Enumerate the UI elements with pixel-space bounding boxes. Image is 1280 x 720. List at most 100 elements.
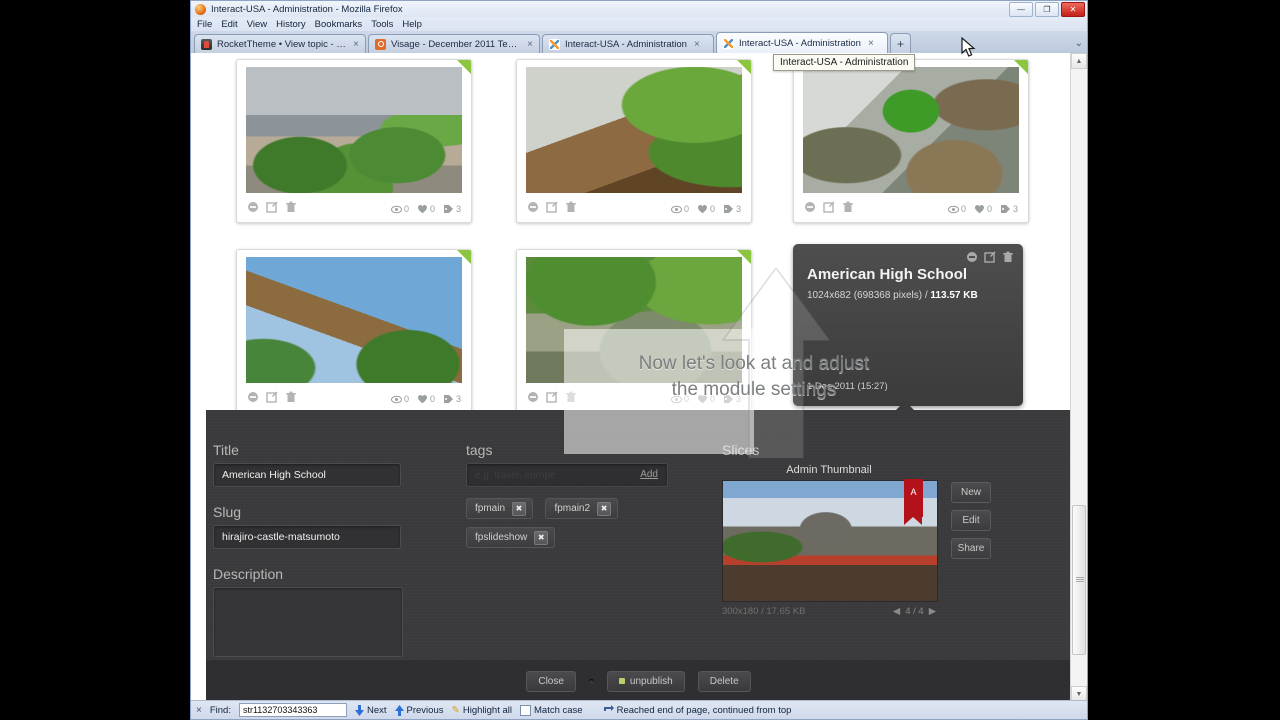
scrollbar-thumb[interactable] [1072, 505, 1086, 655]
tags-input[interactable]: e.g. travel, europe Add [466, 463, 668, 487]
maximize-button[interactable]: ❐ [1035, 2, 1059, 17]
unpublish-icon[interactable] [527, 200, 539, 218]
card-actions [527, 200, 577, 218]
vertical-scrollbar[interactable]: ▲ ▼ [1070, 53, 1087, 702]
edit-icon[interactable] [266, 390, 278, 408]
find-next-button[interactable]: Next [354, 704, 387, 716]
tab-tooltip: Interact-USA - Administration [773, 54, 916, 71]
tab-close-icon[interactable]: × [527, 39, 533, 50]
unpublish-icon[interactable] [247, 200, 259, 218]
title-input[interactable]: American High School [213, 463, 401, 487]
match-case-label: Match case [534, 704, 583, 716]
delete-icon[interactable] [565, 200, 577, 218]
close-button[interactable]: Close [526, 670, 576, 692]
close-window-button[interactable]: ✕ [1061, 2, 1085, 17]
gallery-card-torii-gate[interactable]: 0 0 3 [236, 249, 472, 413]
tab-close-icon[interactable]: × [868, 38, 874, 49]
menu-item-edit[interactable]: Edit [221, 19, 237, 30]
tab-interact-usa-2[interactable]: Interact-USA - Administration × [716, 32, 888, 53]
published-corner-icon [737, 250, 751, 264]
new-tab-button[interactable]: + [890, 33, 911, 53]
gallery-card-roof-tiles[interactable]: 0 0 3 [516, 59, 752, 223]
ribbon-letter: A [910, 487, 917, 497]
pager-next-icon[interactable]: ▶ [929, 606, 936, 617]
card-toolbar: 0 0 3 [794, 196, 1028, 222]
published-corner-icon [1014, 60, 1028, 74]
edit-icon[interactable] [546, 390, 558, 408]
list-all-tabs-icon[interactable]: ⌄ [1075, 38, 1083, 49]
edit-slice-button[interactable]: Edit [951, 510, 991, 531]
edit-icon[interactable] [823, 200, 835, 218]
likes-stat: 0 [697, 204, 715, 214]
views-stat: 0 [947, 204, 966, 214]
tab-rockettheme[interactable]: RocketTheme • View topic - Can't lin... … [194, 34, 366, 53]
edit-icon[interactable] [266, 200, 278, 218]
delete-icon[interactable] [285, 200, 297, 218]
thumbnail-image [526, 67, 742, 193]
tab-close-icon[interactable]: × [694, 39, 700, 50]
gallery-card-temple[interactable]: 0 0 3 [236, 59, 472, 223]
unpublish-icon[interactable] [966, 250, 978, 268]
tag-list: fpmain ✖ fpmain2 ✖ fpslideshow ✖ [466, 498, 676, 556]
published-corner-icon [737, 60, 751, 74]
unpublish-icon[interactable] [527, 390, 539, 408]
slice-action-buttons: New Edit Share [951, 464, 991, 566]
unpublish-icon[interactable] [247, 390, 259, 408]
slug-label: Slug [213, 504, 242, 520]
slice-preview: Admin Thumbnail A 300x180 / 17.65 KB ◀ 4… [722, 464, 938, 617]
menu-item-view[interactable]: View [247, 19, 267, 30]
detail-filesize: 113.57 KB [930, 290, 978, 301]
menu-item-history[interactable]: History [276, 19, 306, 30]
menu-item-bookmarks[interactable]: Bookmarks [315, 19, 363, 30]
close-findbar-icon[interactable]: × [196, 705, 202, 716]
minimize-button[interactable]: — [1009, 2, 1033, 17]
highlight-all-button[interactable]: ✎ Highlight all [451, 705, 512, 716]
publish-state-led [618, 678, 625, 684]
edit-icon[interactable] [546, 200, 558, 218]
remove-tag-icon[interactable]: ✖ [534, 530, 549, 545]
unpublish-button[interactable]: unpublish [606, 670, 685, 692]
rockettheme-favicon [201, 38, 212, 50]
delete-button[interactable]: Delete [697, 670, 751, 692]
tab-close-icon[interactable]: × [353, 39, 359, 50]
find-previous-button[interactable]: Previous [394, 704, 443, 716]
delete-icon[interactable] [285, 390, 297, 408]
views-stat: 0 [670, 204, 689, 214]
window-title: Interact-USA - Administration - Mozilla … [211, 3, 403, 15]
menu-item-help[interactable]: Help [402, 19, 422, 30]
unpublish-icon[interactable] [804, 200, 816, 218]
card-stats: 0 0 3 [947, 204, 1018, 214]
tag-chip[interactable]: fpmain2 ✖ [545, 498, 619, 519]
remove-tag-icon[interactable]: ✖ [512, 501, 527, 516]
pager-prev-icon[interactable]: ◀ [893, 606, 900, 617]
likes-stat: 0 [974, 204, 992, 214]
remove-tag-icon[interactable]: ✖ [597, 501, 612, 516]
match-case-checkbox[interactable]: Match case [520, 704, 583, 716]
tags-count: 3 [455, 204, 461, 214]
tags-stat: 3 [1000, 204, 1018, 214]
tag-chip[interactable]: fpmain ✖ [466, 498, 534, 519]
gallery-card-waterfall[interactable]: 0 0 3 [793, 59, 1029, 223]
tag-chip[interactable]: fpslideshow ✖ [466, 527, 556, 548]
scroll-up-button[interactable]: ▲ [1071, 53, 1087, 69]
tab-label: RocketTheme • View topic - Can't lin... [217, 38, 346, 50]
delete-icon[interactable] [1002, 250, 1014, 268]
tab-interact-usa-1[interactable]: Interact-USA - Administration × [542, 34, 714, 53]
menu-item-file[interactable]: File [197, 19, 212, 30]
find-next-label: Next [366, 704, 387, 716]
edit-icon[interactable] [984, 250, 996, 268]
tab-visage[interactable]: Visage - December 2011 Template De... × [368, 34, 540, 53]
slice-thumbnail[interactable]: A [722, 479, 938, 602]
likes-stat: 0 [417, 204, 435, 214]
menu-item-tools[interactable]: Tools [371, 19, 393, 30]
new-slice-button[interactable]: New [951, 482, 991, 503]
tag-label: fpslideshow [475, 532, 528, 543]
find-bar: × Find: str1132703343363 Next Previous ✎… [191, 700, 1087, 719]
detail-card-actions [966, 250, 1014, 268]
find-input[interactable]: str1132703343363 [238, 703, 347, 717]
description-textarea[interactable] [213, 587, 403, 657]
share-slice-button[interactable]: Share [951, 538, 991, 559]
add-tag-button[interactable]: Add [640, 469, 658, 480]
delete-icon[interactable] [842, 200, 854, 218]
slug-input[interactable]: hirajiro-castle-matsumoto [213, 525, 401, 549]
